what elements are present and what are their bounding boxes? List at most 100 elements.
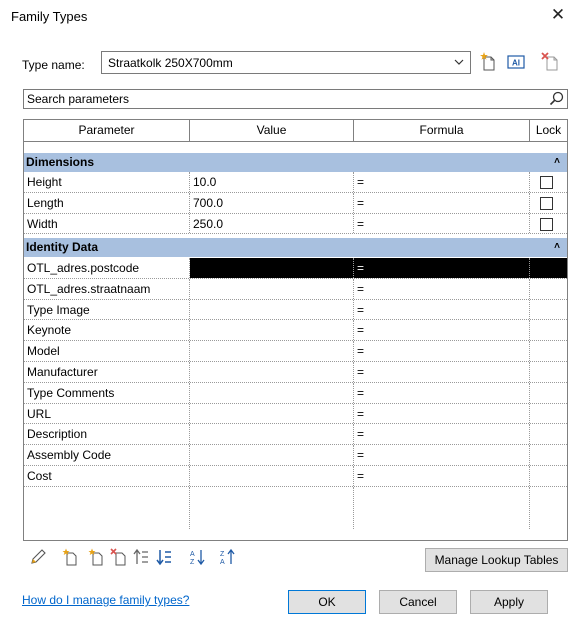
edit-parameter-icon[interactable] [29, 548, 47, 566]
table-row[interactable]: Manufacturer = [24, 361, 567, 383]
delete-type-icon[interactable] [540, 51, 562, 73]
parameter-name: Height [24, 172, 190, 192]
lock-checkbox[interactable] [540, 217, 553, 231]
window-title: Family Types [11, 9, 88, 24]
parameter-formula[interactable]: = [354, 424, 530, 445]
parameter-formula[interactable]: = [354, 403, 530, 424]
group-name: Dimensions [26, 155, 95, 169]
parameter-value[interactable]: 700.0 [190, 192, 354, 213]
new-parameter-icon[interactable] [61, 548, 79, 566]
parameter-formula[interactable]: = [354, 361, 530, 382]
parameter-formula[interactable]: = [354, 278, 530, 299]
parameter-formula[interactable]: = [354, 172, 530, 192]
lock-cell [530, 258, 567, 278]
rename-type-icon[interactable]: AI [505, 51, 527, 73]
table-row[interactable]: Assembly Code = [24, 445, 567, 466]
parameter-value[interactable] [190, 258, 354, 278]
table-row[interactable]: Type Comments = [24, 382, 567, 404]
svg-text:Z: Z [190, 559, 195, 566]
lock-cell [530, 193, 567, 213]
identity-data-rows: OTL_adres.postcode = OTL_adres.straatnaa… [24, 258, 567, 529]
column-header-formula[interactable]: Formula [354, 120, 530, 141]
parameter-formula[interactable]: = [354, 465, 530, 486]
chevron-down-icon [454, 59, 464, 65]
parameter-formula[interactable]: = [354, 445, 530, 465]
group-header-identity-data[interactable]: Identity Data ˄ [24, 238, 567, 257]
parameters-table: Parameter Value Formula Lock Dimensions … [23, 119, 568, 541]
parameter-formula[interactable]: = [354, 192, 530, 213]
parameter-formula[interactable]: = [354, 213, 530, 234]
lock-cell [530, 404, 567, 424]
move-down-icon[interactable] [155, 548, 173, 566]
parameter-formula[interactable]: = [354, 299, 530, 320]
apply-button[interactable]: Apply [470, 590, 548, 614]
parameter-name: Keynote [24, 320, 190, 341]
parameter-value[interactable] [190, 403, 354, 424]
new-type-icon[interactable] [478, 51, 500, 73]
column-header-lock[interactable]: Lock [530, 120, 567, 141]
parameter-value[interactable] [190, 320, 354, 341]
search-parameters-input[interactable]: Search parameters [23, 89, 568, 109]
parameter-name: Length [24, 192, 190, 213]
table-row[interactable]: Type Image = [24, 299, 567, 321]
collapse-icon[interactable]: ˄ [554, 156, 560, 167]
lock-checkbox[interactable] [540, 196, 553, 210]
search-icon[interactable] [548, 90, 565, 107]
group-name: Identity Data [26, 240, 99, 254]
type-name-value: Straatkolk 250X700mm [108, 56, 233, 70]
parameter-formula[interactable]: = [354, 341, 530, 361]
sort-ascending-icon[interactable]: A Z [189, 548, 207, 566]
table-row-selected[interactable]: OTL_adres.postcode = [24, 258, 567, 279]
table-row[interactable]: Width 250.0 = [24, 213, 567, 235]
type-name-dropdown[interactable]: Straatkolk 250X700mm [101, 51, 471, 74]
parameter-value[interactable]: 10.0 [190, 172, 354, 192]
table-row[interactable]: Length 700.0 = [24, 192, 567, 214]
parameter-value[interactable] [190, 382, 354, 403]
svg-text:Z: Z [220, 551, 225, 558]
lock-cell [530, 383, 567, 403]
group-header-dimensions[interactable]: Dimensions ˄ [24, 153, 567, 172]
table-row[interactable]: Height 10.0 = [24, 172, 567, 193]
parameter-value[interactable]: 250.0 [190, 213, 354, 234]
column-header-parameter[interactable]: Parameter [24, 120, 190, 141]
lock-cell [530, 362, 567, 382]
lock-checkbox[interactable] [540, 176, 553, 189]
parameter-value[interactable] [190, 299, 354, 320]
parameter-value[interactable] [190, 465, 354, 486]
parameter-value[interactable] [190, 424, 354, 445]
parameter-value[interactable] [190, 361, 354, 382]
collapse-icon[interactable]: ˄ [554, 241, 560, 252]
lock-cell [530, 172, 567, 192]
sort-descending-icon[interactable]: Z A [219, 548, 237, 566]
lock-cell [530, 341, 567, 361]
lock-cell [530, 279, 567, 299]
parameter-value[interactable] [190, 278, 354, 299]
table-row[interactable]: Cost = [24, 465, 567, 487]
parameter-name: Manufacturer [24, 361, 190, 382]
parameter-name: OTL_adres.straatnaam [24, 278, 190, 299]
delete-parameter-x-icon[interactable] [110, 548, 128, 566]
delete-parameter-icon[interactable] [87, 548, 105, 566]
ok-button[interactable]: OK [288, 590, 366, 614]
parameter-name: Cost [24, 465, 190, 486]
close-icon[interactable]: ✕ [547, 4, 569, 26]
table-row[interactable]: OTL_adres.straatnaam = [24, 278, 567, 300]
parameter-name: Model [24, 341, 190, 361]
parameter-formula[interactable]: = [354, 258, 530, 278]
column-header-value[interactable]: Value [190, 120, 354, 141]
table-row[interactable]: Keynote = [24, 320, 567, 342]
help-link[interactable]: How do I manage family types? [22, 593, 189, 607]
parameter-value[interactable] [190, 341, 354, 361]
table-row[interactable]: Description = [24, 424, 567, 446]
parameter-formula[interactable]: = [354, 382, 530, 403]
empty-cell [354, 486, 530, 529]
table-row[interactable]: URL = [24, 403, 567, 425]
move-up-icon[interactable] [132, 548, 150, 566]
manage-lookup-tables-button[interactable]: Manage Lookup Tables [425, 548, 568, 572]
cancel-button[interactable]: Cancel [379, 590, 457, 614]
table-row[interactable]: Model = [24, 341, 567, 362]
parameter-formula[interactable]: = [354, 320, 530, 341]
parameter-name: URL [24, 403, 190, 424]
parameter-value[interactable] [190, 445, 354, 465]
lock-cell [530, 445, 567, 465]
